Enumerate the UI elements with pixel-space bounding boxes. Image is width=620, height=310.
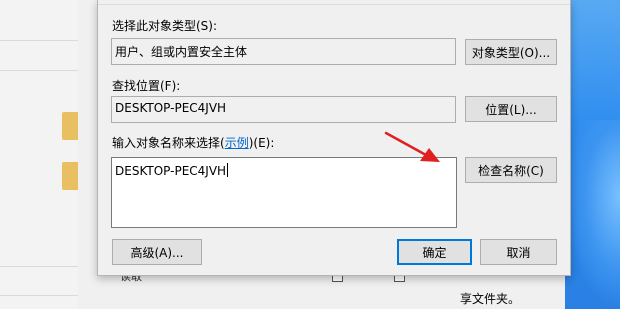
red-arrow-annotation — [384, 131, 440, 162]
